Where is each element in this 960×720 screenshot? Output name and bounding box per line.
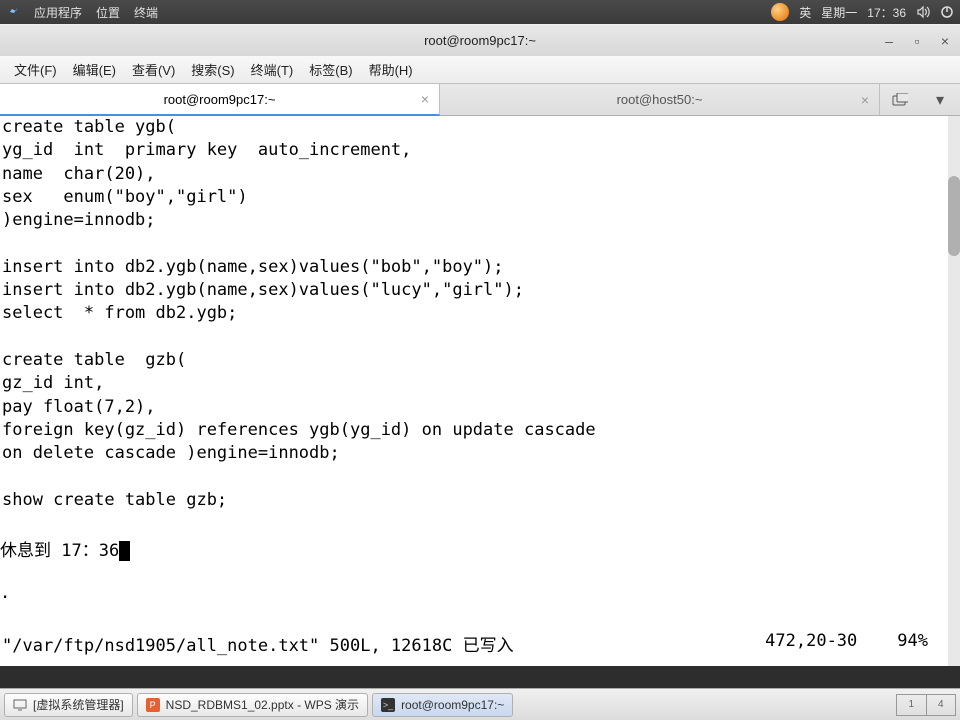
tab-label: root@host50:~ [617, 92, 703, 107]
terminal-text-dot: . [0, 583, 960, 603]
task-terminal[interactable]: >_ root@room9pc17:~ [372, 693, 513, 717]
menu-search[interactable]: 搜索(S) [183, 57, 242, 82]
hummingbird-icon [6, 5, 20, 19]
status-percent: 94% [897, 631, 948, 656]
terminal-icon: >_ [381, 698, 395, 712]
status-position: 472,20-30 [765, 631, 897, 656]
status-filename: "/var/ftp/nsd1905/all_note.txt" 500L, 12… [2, 631, 514, 656]
tab-menu-dropdown[interactable]: ▾ [920, 84, 960, 115]
window-title: root@room9pc17:~ [424, 33, 536, 48]
monitor-icon [13, 698, 27, 712]
tab-close-icon[interactable]: × [421, 91, 429, 107]
text-cursor [119, 541, 130, 561]
menu-file[interactable]: 文件(F) [6, 57, 65, 82]
maximize-button[interactable]: ▫ [906, 30, 928, 52]
tab-label: root@room9pc17:~ [164, 92, 276, 107]
tab-close-icon[interactable]: × [861, 92, 869, 108]
menu-edit[interactable]: 编辑(E) [65, 57, 124, 82]
scrollbar[interactable] [948, 116, 960, 666]
clock-time[interactable]: 17：36 [867, 4, 906, 21]
tab-2[interactable]: root@host50:~ × [440, 84, 880, 115]
task-label: NSD_RDBMS1_02.pptx - WPS 演示 [166, 696, 359, 713]
clock-day[interactable]: 星期一 [821, 4, 857, 21]
menu-tabs[interactable]: 标签(B) [301, 57, 360, 82]
ime-indicator[interactable]: 英 [799, 4, 811, 21]
wps-icon: P [146, 698, 160, 712]
menubar: 文件(F) 编辑(E) 查看(V) 搜索(S) 终端(T) 标签(B) 帮助(H… [0, 56, 960, 84]
task-label: root@room9pc17:~ [401, 698, 504, 712]
volume-icon[interactable] [916, 5, 930, 19]
tab-1[interactable]: root@room9pc17:~ × [0, 84, 440, 116]
task-wps[interactable]: P NSD_RDBMS1_02.pptx - WPS 演示 [137, 693, 368, 717]
desktop-taskbar: [虚拟系统管理器] P NSD_RDBMS1_02.pptx - WPS 演示 … [0, 688, 960, 720]
menu-places[interactable]: 位置 [96, 4, 120, 21]
update-icon[interactable] [771, 3, 789, 21]
system-bar: 应用程序 位置 终端 英 星期一 17：36 [0, 0, 960, 24]
menu-help[interactable]: 帮助(H) [361, 57, 421, 82]
close-button[interactable]: × [934, 30, 956, 52]
menu-view[interactable]: 查看(V) [124, 57, 183, 82]
menu-applications[interactable]: 应用程序 [34, 4, 82, 21]
task-label: [虚拟系统管理器] [33, 696, 124, 713]
minimize-button[interactable]: – [878, 30, 900, 52]
task-vm-manager[interactable]: [虚拟系统管理器] [4, 693, 133, 717]
terminal-text: create table ygb( yg_id int primary key … [0, 116, 960, 512]
pager-cell[interactable]: 1 [897, 695, 927, 715]
workspace-pager[interactable]: 1 4 [896, 694, 956, 716]
scrollbar-thumb[interactable] [948, 176, 960, 256]
new-tab-icon[interactable] [880, 84, 920, 115]
terminal-viewport[interactable]: create table ygb( yg_id int primary key … [0, 116, 960, 666]
menu-terminal[interactable]: 终端 [134, 4, 158, 21]
terminal-tabbar: root@room9pc17:~ × root@host50:~ × ▾ [0, 84, 960, 116]
power-icon[interactable] [940, 5, 954, 19]
terminal-text-break: 休息到 17：36 [0, 536, 960, 561]
menu-terminal[interactable]: 终端(T) [243, 57, 302, 82]
pager-cell[interactable]: 4 [927, 695, 956, 715]
vim-status-line: "/var/ftp/nsd1905/all_note.txt" 500L, 12… [2, 631, 948, 656]
window-titlebar[interactable]: root@room9pc17:~ – ▫ × [0, 24, 960, 56]
